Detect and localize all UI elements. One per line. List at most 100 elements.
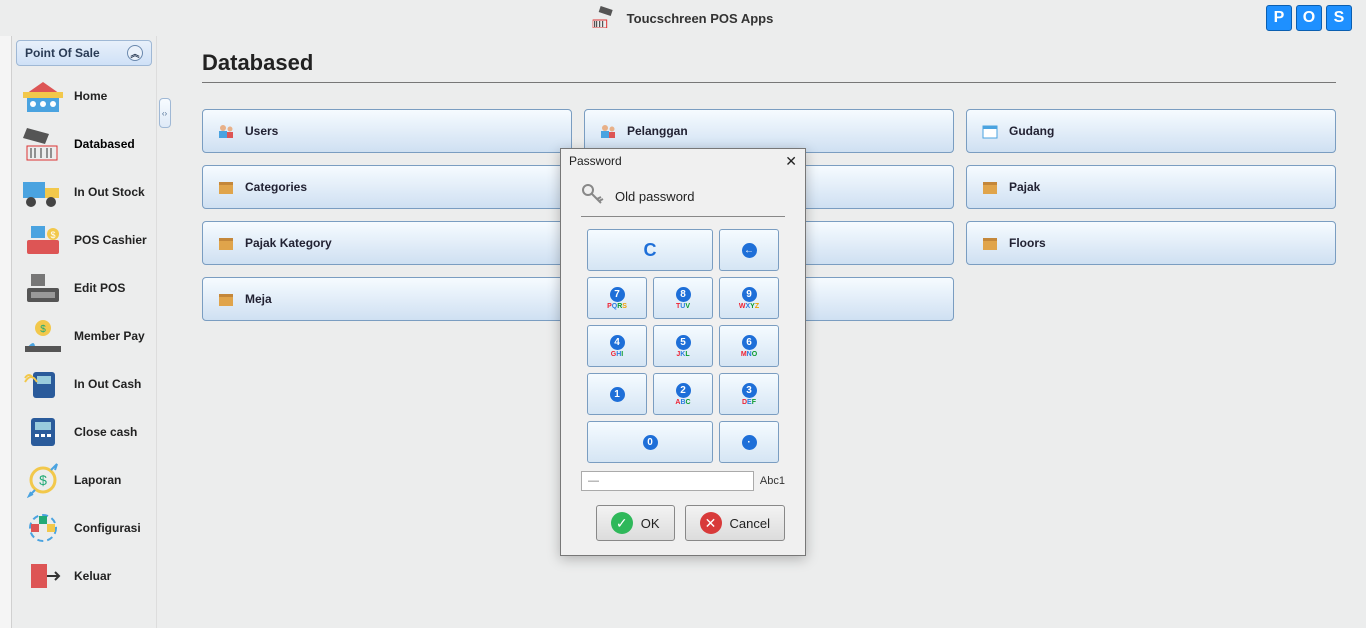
cancel-label: Cancel: [730, 516, 770, 531]
key-0[interactable]: 0: [587, 421, 713, 463]
truck-icon: [18, 174, 68, 210]
barcode-scanner-icon: [593, 6, 619, 31]
modal-body: Old password C ← 7PQRS8TUV9WXYZ 4GHI5JKL6…: [561, 173, 805, 555]
key-clear[interactable]: C: [587, 229, 713, 271]
keys-icon: [581, 183, 605, 210]
modal-heading: Old password: [581, 183, 785, 217]
home-icon: [18, 78, 68, 114]
key-8[interactable]: 8TUV: [653, 277, 713, 319]
box-icon: [217, 178, 235, 196]
sidebar-item-label: Member Pay: [74, 329, 145, 343]
close-cash-icon: [18, 414, 68, 450]
topbar: Toucschreen POS Apps P O S: [0, 0, 1366, 36]
box-icon: [981, 178, 999, 196]
box-icon: [981, 234, 999, 252]
tile-label: Pelanggan: [627, 124, 688, 138]
app-title: Toucschreen POS Apps: [627, 11, 774, 26]
ok-button[interactable]: ✓ OK: [596, 505, 675, 541]
key-9[interactable]: 9WXYZ: [719, 277, 779, 319]
sidebar-item-label: Home: [74, 89, 107, 103]
sidebar-header[interactable]: Point Of Sale ︽: [16, 40, 152, 66]
sidebar: Point Of Sale ︽ Home Databased In O: [12, 36, 156, 628]
tile-categories[interactable]: Categories: [202, 165, 572, 209]
cancel-button[interactable]: ✕ Cancel: [685, 505, 785, 541]
close-icon[interactable]: ✕: [785, 154, 797, 168]
input-mode-label: Abc1: [760, 475, 785, 487]
pos-badge-s: S: [1326, 5, 1352, 31]
sidebar-item-home[interactable]: Home: [16, 72, 152, 120]
config-icon: [18, 510, 68, 546]
report-icon: $: [18, 462, 68, 498]
check-icon: ✓: [611, 512, 633, 534]
tile-pajak-kategory[interactable]: Pajak Kategory: [202, 221, 572, 265]
sidebar-item-memberpay[interactable]: $ Member Pay: [16, 312, 152, 360]
tile-label: Pajak Kategory: [245, 236, 332, 250]
svg-text:$: $: [40, 324, 46, 335]
pos-badge-group: P O S: [1266, 5, 1352, 31]
collapse-handle-col: ‹›: [156, 36, 172, 628]
password-input[interactable]: [581, 471, 754, 491]
sidebar-item-label: Edit POS: [74, 281, 125, 295]
pay-terminal-icon: [18, 366, 68, 402]
edit-register-icon: [18, 270, 68, 306]
sidebar-item-inoutstock[interactable]: In Out Stock: [16, 168, 152, 216]
collapse-handle[interactable]: ‹›: [159, 98, 171, 128]
sidebar-item-inoutcash[interactable]: In Out Cash: [16, 360, 152, 408]
modal-heading-text: Old password: [615, 189, 694, 204]
tile-users[interactable]: Users: [202, 109, 572, 153]
sidebar-item-laporan[interactable]: $ Laporan: [16, 456, 152, 504]
password-modal: Password ✕ Old password C ← 7PQRS8TUV9WX…: [560, 148, 806, 556]
key-2[interactable]: 2ABC: [653, 373, 713, 415]
key-6[interactable]: 6MNO: [719, 325, 779, 367]
app-title-wrap: Toucschreen POS Apps: [593, 6, 774, 31]
sidebar-item-label: Close cash: [74, 425, 137, 439]
tile-label: Meja: [245, 292, 272, 306]
modal-title-text: Password: [569, 154, 622, 168]
tile-pelanggan[interactable]: Pelanggan: [584, 109, 954, 153]
tile-label: Pajak: [1009, 180, 1040, 194]
chevron-up-icon[interactable]: ︽: [127, 45, 143, 61]
sidebar-item-configurasi[interactable]: Configurasi: [16, 504, 152, 552]
sidebar-item-poscashier[interactable]: $ POS Cashier: [16, 216, 152, 264]
key-backspace[interactable]: ←: [719, 229, 779, 271]
keypad: C ← 7PQRS8TUV9WXYZ 4GHI5JKL6MNO 12ABC3DEF0…: [581, 229, 785, 463]
box-icon: [217, 122, 235, 140]
tile-label: Floors: [1009, 236, 1046, 250]
cancel-x-icon: ✕: [700, 512, 722, 534]
tile-label: Gudang: [1009, 124, 1054, 138]
modal-titlebar: Password ✕: [561, 149, 805, 173]
svg-text:$: $: [50, 230, 55, 240]
sidebar-item-closecash[interactable]: Close cash: [16, 408, 152, 456]
tile-floors[interactable]: Floors: [966, 221, 1336, 265]
sidebar-item-label: In Out Cash: [74, 377, 141, 391]
key-7[interactable]: 7PQRS: [587, 277, 647, 319]
key-4[interactable]: 4GHI: [587, 325, 647, 367]
box-icon: [217, 234, 235, 252]
ok-label: OK: [641, 516, 660, 531]
sidebar-item-label: Configurasi: [74, 521, 141, 535]
sidebar-item-databased[interactable]: Databased: [16, 120, 152, 168]
tile-pajak[interactable]: Pajak: [966, 165, 1336, 209]
password-row: Abc1: [581, 471, 785, 491]
nav-list: Home Databased In Out Stock $ POS Cashie…: [16, 72, 152, 600]
left-gutter: [0, 36, 12, 628]
tile-label: Categories: [245, 180, 307, 194]
tile-label: Users: [245, 124, 278, 138]
cash-register-icon: $: [18, 222, 68, 258]
tile-gudang[interactable]: Gudang: [966, 109, 1336, 153]
sidebar-item-editpos[interactable]: Edit POS: [16, 264, 152, 312]
sidebar-item-label: Databased: [74, 137, 135, 151]
key-3[interactable]: 3DEF: [719, 373, 779, 415]
pos-badge-o: O: [1296, 5, 1322, 31]
key-5[interactable]: 5JKL: [653, 325, 713, 367]
sidebar-header-label: Point Of Sale: [25, 46, 100, 60]
sidebar-item-label: In Out Stock: [74, 185, 145, 199]
sidebar-item-label: POS Cashier: [74, 233, 147, 247]
key-dot[interactable]: ·: [719, 421, 779, 463]
svg-text:$: $: [39, 472, 47, 488]
sidebar-item-label: Keluar: [74, 569, 111, 583]
box-icon: [217, 290, 235, 308]
key-1[interactable]: 1: [587, 373, 647, 415]
sidebar-item-keluar[interactable]: Keluar: [16, 552, 152, 600]
modal-actions: ✓ OK ✕ Cancel: [581, 505, 785, 541]
